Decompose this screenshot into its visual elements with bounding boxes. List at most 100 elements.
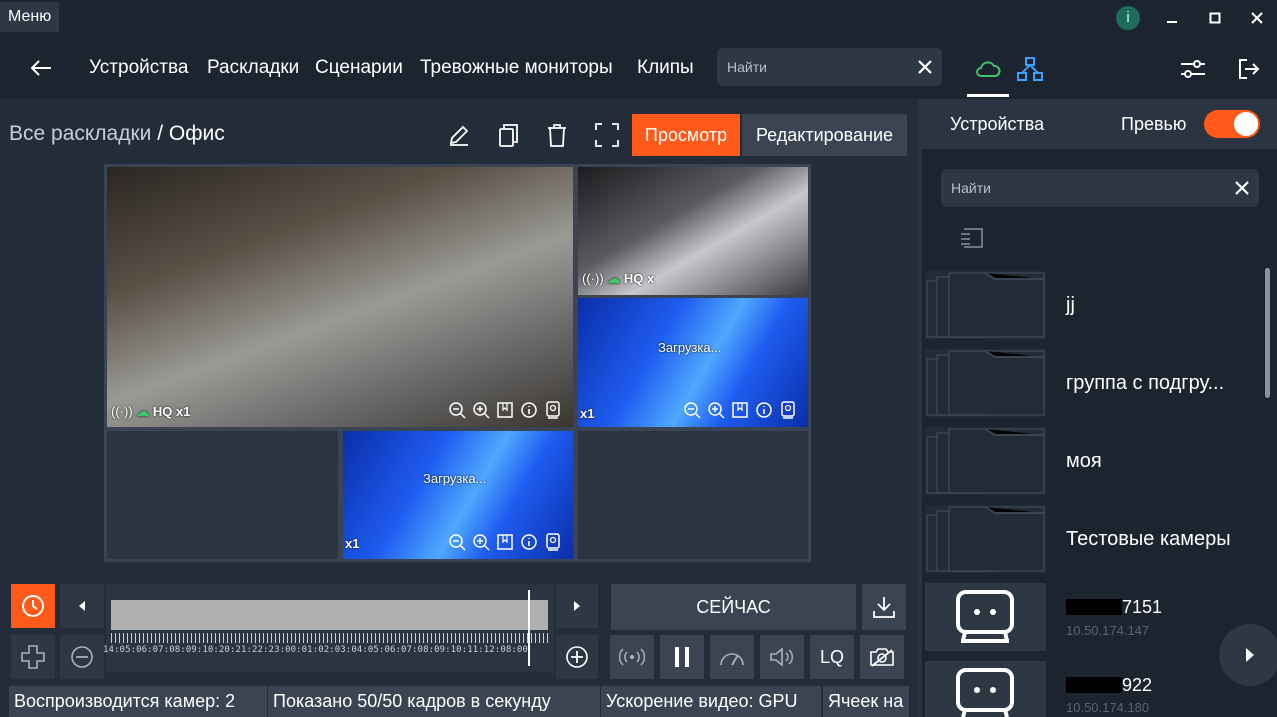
info-cell-icon[interactable] <box>754 400 774 420</box>
camera-name-suffix: 7151 <box>1122 597 1163 617</box>
camera-cell-empty-right[interactable] <box>578 431 808 559</box>
info-icon[interactable]: i <box>1116 6 1140 30</box>
timeline-add-button[interactable] <box>556 635 598 679</box>
close-icon[interactable] <box>1245 8 1269 28</box>
camera-device-icon[interactable] <box>543 532 563 552</box>
zoom-out-icon[interactable] <box>447 400 467 420</box>
view-mode-button[interactable]: Просмотр <box>632 114 740 156</box>
volume-button[interactable] <box>760 635 804 679</box>
timeline-prev-button[interactable] <box>60 584 104 628</box>
info-cell-icon[interactable] <box>519 532 539 552</box>
camera-device-icon[interactable] <box>543 400 563 420</box>
devices-panel-title[interactable]: Устройства <box>950 114 1044 135</box>
folder-thumbnail[interactable] <box>925 427 1046 495</box>
speed-label: x1 <box>345 536 360 551</box>
now-button[interactable]: СЕЙЧАС <box>611 584 856 630</box>
folder-name[interactable]: группа с подгру... <box>1066 372 1224 395</box>
back-arrow-icon[interactable] <box>26 55 56 81</box>
breadcrumb-current: Офис <box>168 122 225 145</box>
edit-mode-button[interactable]: Редактирование <box>742 114 907 156</box>
camera-cell-main[interactable]: ((·)) ☁ HQ x1 <box>107 167 573 427</box>
redacted-block <box>1066 677 1122 693</box>
folder-thumbnail[interactable] <box>925 349 1046 417</box>
timeline-recorded-range[interactable] <box>111 600 548 630</box>
timeline-ticks <box>111 633 548 643</box>
camera-thumbnail[interactable] <box>925 661 1046 717</box>
info-cell-icon[interactable] <box>519 400 539 420</box>
breadcrumb-separator: / <box>151 122 169 145</box>
timeline-zoom-out-button[interactable] <box>60 635 104 679</box>
folder-name[interactable]: моя <box>1066 450 1102 473</box>
clear-search-icon[interactable] <box>1235 181 1249 195</box>
nav-item-devices[interactable]: Устройства <box>89 57 188 79</box>
download-icon <box>873 597 895 618</box>
devices-scrollbar[interactable] <box>1265 268 1270 398</box>
breadcrumb: Все раскладки / Офис <box>9 122 225 146</box>
search-placeholder: Найти <box>951 180 991 196</box>
broadcast-button[interactable] <box>610 635 654 679</box>
camera-thumbnail[interactable] <box>925 583 1046 651</box>
settings-sliders-icon[interactable] <box>1177 55 1209 83</box>
search-input[interactable]: Найти <box>717 48 942 86</box>
plus-circle-icon <box>566 646 588 668</box>
logout-icon[interactable] <box>1233 55 1263 83</box>
snapshot-off-button[interactable] <box>860 635 904 679</box>
nav-item-scenarios[interactable]: Сценарии <box>315 57 403 79</box>
maximize-icon[interactable] <box>1203 8 1227 28</box>
folder-thumbnail[interactable] <box>925 271 1046 339</box>
preview-label: Превью <box>1121 114 1187 134</box>
panel-splitter[interactable] <box>918 99 922 717</box>
bookmark-icon[interactable] <box>730 400 750 420</box>
camera-name[interactable]: 922 <box>1066 675 1152 696</box>
folder-thumbnail[interactable] <box>925 505 1046 573</box>
folder-stack-icon <box>926 272 1045 338</box>
camera-cell-empty-left[interactable] <box>107 431 338 559</box>
breadcrumb-root[interactable]: Все раскладки <box>9 122 151 145</box>
speed-gauge-button[interactable] <box>710 635 754 679</box>
timeline-next-button[interactable] <box>556 584 598 628</box>
folder-stack-icon <box>926 350 1045 416</box>
cloud-tab-underline <box>967 94 1009 97</box>
menu-button[interactable]: Меню <box>0 2 60 32</box>
bookmark-icon[interactable] <box>495 400 515 420</box>
nav-item-clips[interactable]: Клипы <box>637 57 694 79</box>
minimize-icon[interactable] <box>1160 8 1184 28</box>
trash-icon[interactable] <box>543 120 571 150</box>
network-icon[interactable] <box>1013 53 1047 85</box>
fullscreen-icon[interactable] <box>592 120 622 150</box>
camera-cell-right-middle[interactable]: Загрузка... x1 <box>578 298 808 427</box>
archive-clock-button[interactable] <box>11 584 55 628</box>
devices-search-input[interactable]: Найти <box>941 169 1259 207</box>
cloud-icon[interactable] <box>968 54 1008 84</box>
camera-cell-top-right[interactable]: ((·)) ☁ HQ x <box>578 167 808 295</box>
zoom-out-icon[interactable] <box>682 400 702 420</box>
camera-device-icon[interactable] <box>778 400 798 420</box>
clear-search-icon[interactable] <box>918 60 932 74</box>
camera-name[interactable]: 7151 <box>1066 597 1162 618</box>
bookmark-icon[interactable] <box>495 532 515 552</box>
download-button[interactable] <box>862 584 906 630</box>
panel-next-button[interactable] <box>1219 624 1277 686</box>
zoom-in-icon[interactable] <box>471 532 491 552</box>
folder-name[interactable]: jj <box>1066 294 1075 317</box>
nav-item-layouts[interactable]: Раскладки <box>207 57 299 79</box>
timeline-zoom-in-button[interactable] <box>11 635 55 679</box>
timeline-cursor[interactable] <box>528 590 530 666</box>
camera-ip: 10.50.174.180 <box>1066 700 1150 715</box>
folder-name[interactable]: Тестовые камеры <box>1066 528 1231 551</box>
camera-cell-bottom-middle[interactable]: Загрузка... x1 <box>343 431 573 559</box>
camera-quality-label: ((·)) ☁ HQ x <box>582 271 655 286</box>
quality-text: HQ x1 <box>152 404 191 419</box>
quality-lq-button[interactable]: LQ <box>810 635 854 679</box>
copy-icon[interactable] <box>494 120 522 150</box>
redacted-block <box>1066 599 1122 615</box>
device-list-icon[interactable] <box>955 224 989 252</box>
zoom-in-icon[interactable] <box>706 400 726 420</box>
zoom-out-icon[interactable] <box>447 532 467 552</box>
nav-item-alarm-monitors[interactable]: Тревожные мониторы <box>420 57 613 79</box>
pause-button[interactable] <box>660 635 704 679</box>
camera-name-suffix: 922 <box>1122 675 1153 695</box>
edit-pencil-icon[interactable] <box>445 120 473 150</box>
status-frames: Показано 50/50 кадров в секунду <box>268 686 600 717</box>
zoom-in-icon[interactable] <box>471 400 491 420</box>
